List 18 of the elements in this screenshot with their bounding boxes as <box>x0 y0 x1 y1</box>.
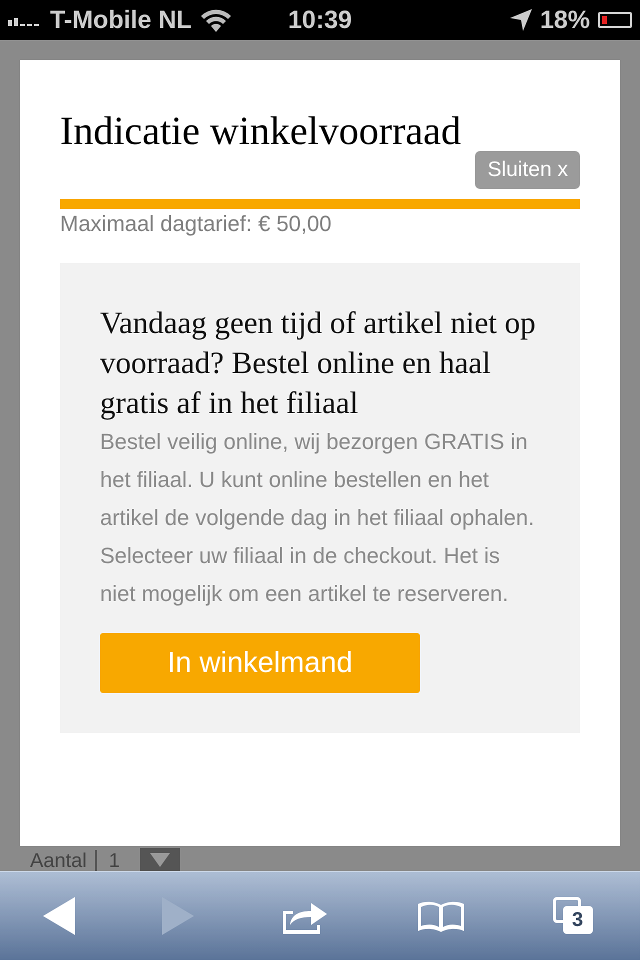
clock: 10:39 <box>288 6 352 34</box>
add-to-cart-button[interactable]: In winkelmand <box>100 633 420 693</box>
battery-percentage: 18% <box>540 6 590 34</box>
modal-title: Indicatie winkelvoorraad <box>60 107 462 155</box>
carrier-name: T-Mobile NL <box>50 6 192 34</box>
quantity-label: Aantal <box>30 850 87 871</box>
max-rate-text: Maximaal dagtarief: € 50,00 <box>60 211 332 237</box>
bookmarks-book-icon[interactable] <box>416 899 466 933</box>
close-button[interactable]: Sluiten x <box>475 151 580 189</box>
battery-icon <box>598 12 632 28</box>
location-arrow-icon <box>510 9 532 31</box>
info-text: Bestel veilig online, wij bezorgen GRATIS in het filiaal. U kunt online bestellen en het artikel de volgende dag in het filiaal ophalen. Selecteer uw filiaal in de checkout. Het is niet mogelijk om een artikel te reserveren. <box>100 428 536 608</box>
dropdown-button[interactable] <box>140 848 180 871</box>
back-arrow-icon[interactable] <box>43 897 76 935</box>
wifi-icon <box>200 8 232 32</box>
info-heading: Vandaag geen tijd of artikel niet op voorraad? Bestel online en haal gratis af in het filiaal <box>100 304 536 422</box>
caret-icon <box>150 853 170 867</box>
tab-count: 3 <box>572 908 584 932</box>
